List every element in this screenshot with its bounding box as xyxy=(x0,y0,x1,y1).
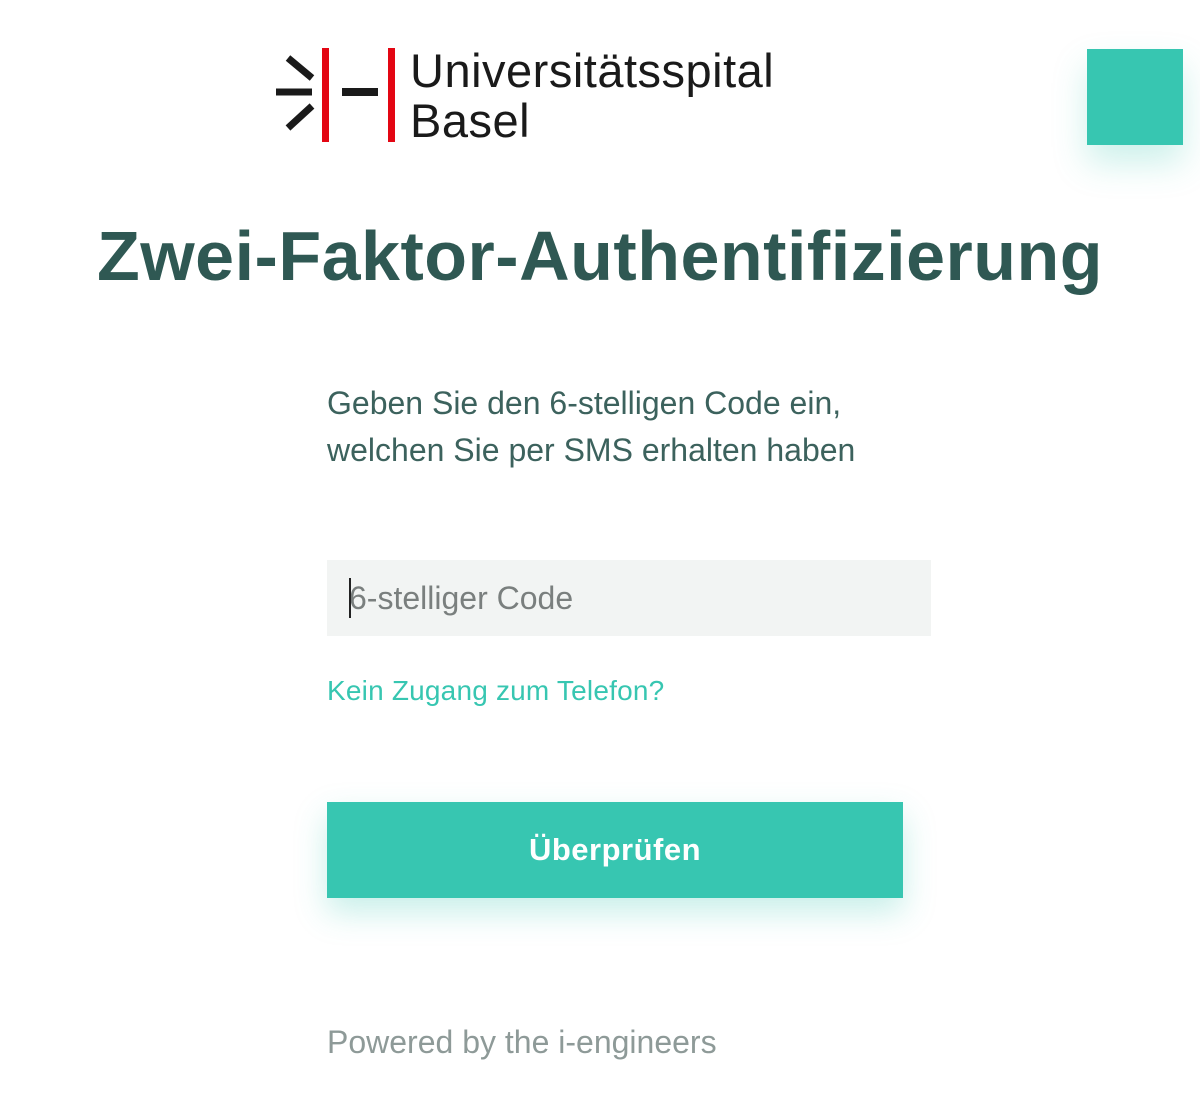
logo-line-2: Basel xyxy=(410,94,531,147)
code-input[interactable] xyxy=(327,560,931,636)
logo-line-1: Universitätsspital xyxy=(410,44,775,97)
usb-logo-mark-icon xyxy=(276,48,395,142)
powered-by-text: Powered by the i-engineers xyxy=(327,1024,717,1060)
instruction-text: Geben Sie den 6-stelligen Code ein, welc… xyxy=(327,385,856,468)
text-caret xyxy=(349,578,351,618)
menu-square-icon[interactable] xyxy=(1087,49,1183,145)
no-phone-access-link[interactable]: Kein Zugang zum Telefon? xyxy=(327,673,664,709)
two-factor-form: Geben Sie den 6-stelligen Code ein, welc… xyxy=(327,380,933,1060)
page-title: Zwei-Faktor-Authentifizierung xyxy=(96,217,1104,295)
logo-text: Universitätsspital Basel xyxy=(410,46,774,146)
verify-button[interactable]: Überprüfen xyxy=(327,802,903,898)
page: Universitätsspital Basel Zwei-Faktor-Aut… xyxy=(0,0,1200,1110)
